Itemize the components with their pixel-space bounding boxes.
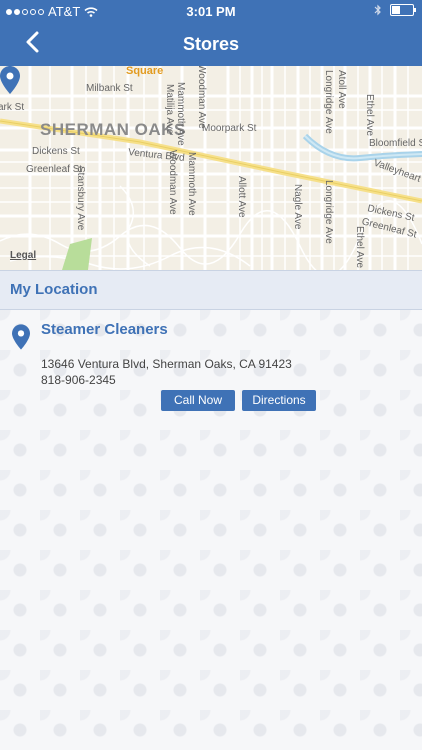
map-label-bloomfield: Bloomfield S [369,138,422,149]
section-header: My Location [0,270,422,310]
map-label-longridge-n: Longridge Ave [323,70,334,134]
store-list: Steamer Cleaners 13646 Ventura Blvd, She… [0,310,422,750]
store-phone: 818-906-2345 [41,373,116,387]
map-label-atoll: Atoll Ave [336,70,347,109]
map-label-milbank: Milbank St [86,83,133,94]
page-title: Stores [182,34,240,54]
map-label-moorpark: Moorpark St [202,123,257,134]
map-label-matilija: Matilija Ave [164,84,175,135]
status-time: 3:01 PM [186,4,236,19]
map-label-nagle: Nagle Ave [292,184,303,230]
map-view[interactable]: Square Milbank St ark St SHERMAN OAKS Di… [0,66,422,270]
bluetooth-icon [374,4,381,16]
status-bar: AT&T 3:01 PM [0,0,422,22]
call-now-button[interactable]: Call Now [161,390,235,411]
map-label-woodman-n: Woodman Ave [196,66,207,129]
store-address: 13646 Ventura Blvd, Sherman Oaks, CA 914… [41,357,292,371]
map-label-dickens-w: Dickens St [32,146,80,157]
map-legal-link[interactable]: Legal [10,250,36,261]
battery-icon [390,4,416,16]
map-label-ethel-s: Ethel Ave [354,226,365,269]
map-label-mammoth-n: Mammoth Ave [175,82,186,146]
map-label-longridge-s: Longridge Ave [323,180,334,244]
store-name: Steamer Cleaners [41,321,168,338]
map-label-park: ark St [0,102,25,113]
map-label-allott: Allott Ave [236,176,247,218]
map-pin-icon[interactable] [0,66,20,94]
app-header: AT&T 3:01 PM Stores [0,0,422,66]
map-label-stansbury: Stansbury Ave [75,166,86,231]
map-label-square: Square [126,66,164,77]
location-pin-icon [12,324,30,350]
map-label-greenleaf-w: Greenleaf St [26,164,83,175]
map-label-woodman: Woodman Ave [167,150,178,215]
directions-button[interactable]: Directions [242,390,316,411]
map-label-mammoth: Mammoth Ave [186,152,197,216]
map-label-ethel-n: Ethel Ave [364,94,375,137]
nav-bar: Stores [0,22,422,66]
section-title: My Location [10,281,98,298]
